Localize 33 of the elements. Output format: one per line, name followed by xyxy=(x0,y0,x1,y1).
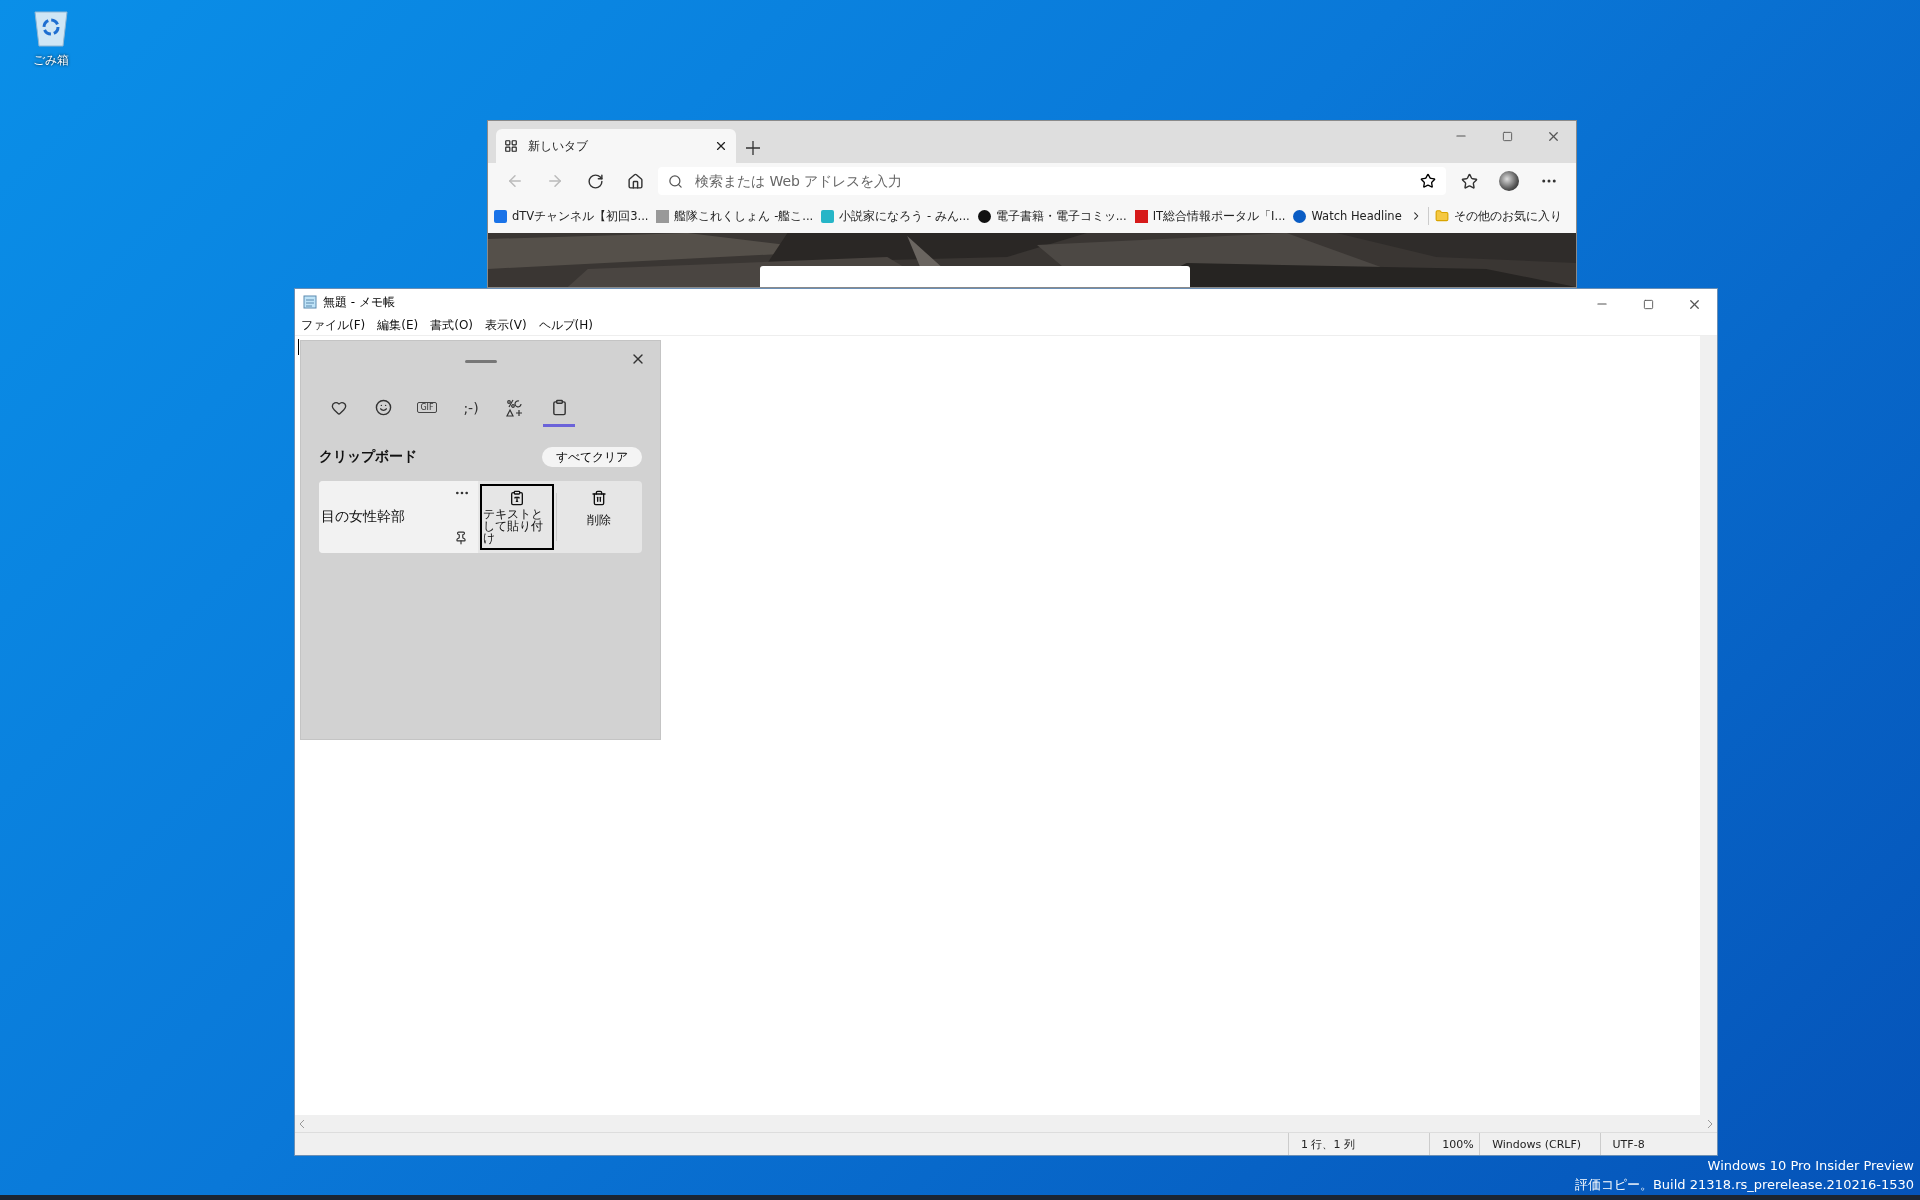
clipboard-text: 目の女性幹部 xyxy=(321,508,405,526)
address-field[interactable]: 検索または Web アドレスを入力 xyxy=(658,167,1446,195)
delete-button[interactable]: 削除 xyxy=(558,484,640,550)
bookmark-link[interactable]: Watch Headline xyxy=(1311,209,1402,223)
panel-tab[interactable]: GIF xyxy=(411,391,443,427)
clipboard-item[interactable]: 目の女性幹部 xyxy=(319,481,478,553)
bookmark-link[interactable]: 艦隊これくしょん -艦こ... xyxy=(674,208,814,224)
browser-tab[interactable]: 新しいタブ xyxy=(496,129,736,163)
gif-label: GIF xyxy=(417,402,437,413)
section-title: クリップボード xyxy=(319,448,417,466)
paste-as-text-button[interactable]: テキストとして貼り付け xyxy=(479,484,554,550)
menu-item[interactable]: 書式(O) xyxy=(430,316,474,334)
bookmark-link[interactable]: その他のお気に入り xyxy=(1454,208,1562,224)
status-text: UTF-8 xyxy=(1599,1133,1717,1155)
watermark-text: 評価コピー。Build 21318.rs_prerelease.210216-1530 xyxy=(1574,1176,1914,1194)
status-text: Windows (CRLF) xyxy=(1479,1133,1600,1155)
text-area[interactable]: GIF ;-) クリップボード すべてクリア 目の女性幹部 テキストとして貼り付け 削除 xyxy=(295,336,1700,1115)
address-input[interactable]: 検索または Web アドレスを入力 xyxy=(693,172,1410,190)
clear-all-button[interactable]: すべてクリア xyxy=(542,447,642,467)
window-title: 無題 - メモ帳 xyxy=(323,293,395,311)
bookmark-link[interactable]: 電子書籍・電子コミッ... xyxy=(995,208,1127,224)
kaomoji-label: ;-) xyxy=(463,399,479,416)
status-text: 1 行、1 列 xyxy=(1288,1133,1430,1155)
menu-item[interactable]: 編集(E) xyxy=(377,316,419,334)
panel-tab[interactable]: ;-) xyxy=(455,391,487,427)
bookmark-link[interactable]: 小説家になろう - みん... xyxy=(839,208,970,224)
menu-item[interactable]: 表示(V) xyxy=(485,316,527,334)
status-text: 100% xyxy=(1429,1133,1480,1155)
watermark-text: Windows 10 Pro Insider Preview xyxy=(1707,1158,1914,1173)
bookmark-link[interactable]: dTVチャンネル【初回3... xyxy=(512,208,649,224)
menu-item[interactable]: ファイル(F) xyxy=(301,316,366,334)
menu-item[interactable]: ヘルプ(H) xyxy=(538,316,593,334)
bookmark-link[interactable]: IT総合情報ポータル「I... xyxy=(1152,208,1286,224)
